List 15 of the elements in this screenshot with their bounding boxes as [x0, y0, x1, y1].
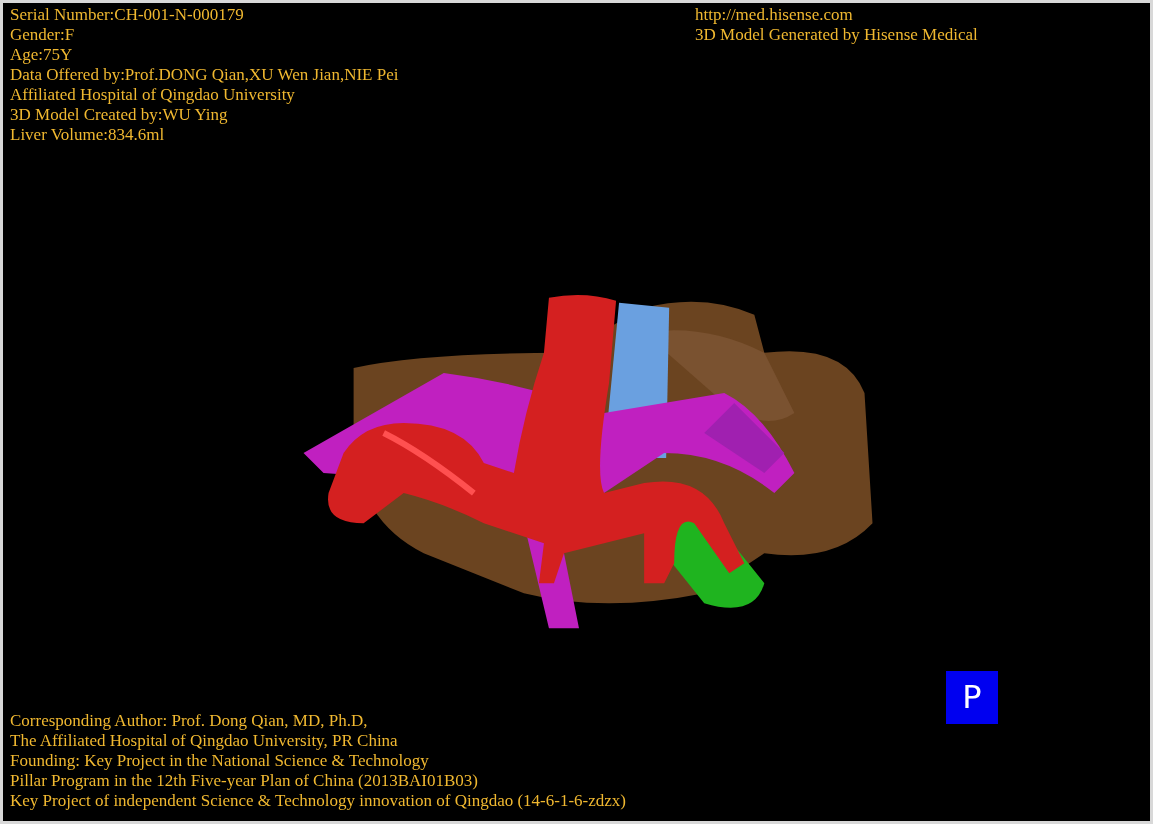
info-text: Liver Volume:834.6ml — [10, 125, 166, 145]
info-text: The Affiliated Hospital of Qingdao University, PR China — [10, 731, 399, 751]
info-text: http://med.hisense.com — [695, 5, 854, 25]
info-text: Age:75Y — [10, 45, 74, 65]
view-orientation-badge: P — [946, 671, 998, 724]
info-text: Data Offered by:Prof.DONG Qian,XU Wen Jian,NIE Pei — [10, 65, 399, 85]
info-text: Serial Number:CH-001-N-000179 — [10, 5, 245, 25]
info-text: 3D Model Generated by Hisense Medical — [695, 25, 979, 45]
info-text: Founding: Key Project in the National Science & Technology — [10, 751, 430, 771]
info-text: Corresponding Author: Prof. Dong Qian, MD, Ph.D, — [10, 711, 369, 731]
info-text: Key Project of independent Science & Technology innovation of Qingdao (14-6-1-6-zdzx) — [10, 791, 626, 811]
info-text: Pillar Program in the 12th Five-year Plan of China (2013BAI01B03) — [10, 771, 479, 791]
info-text: 3D Model Created by:WU Ying — [10, 105, 229, 125]
info-text: Gender:F — [10, 25, 76, 45]
info-text: Affiliated Hospital of Qingdao University — [10, 85, 296, 105]
